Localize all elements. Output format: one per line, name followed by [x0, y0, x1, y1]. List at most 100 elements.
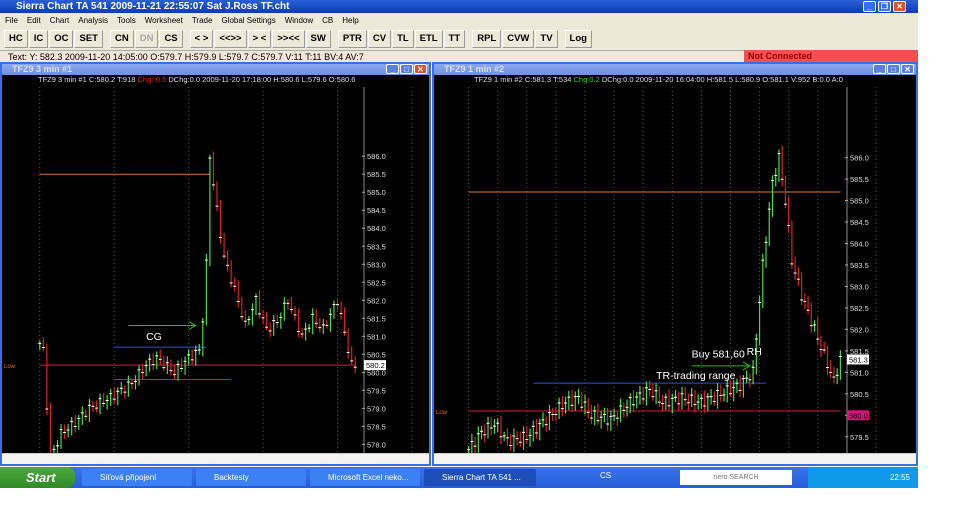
side-label: Low [4, 364, 16, 370]
chart-annotation: TR-trading range [656, 370, 736, 382]
toolbar-button-2[interactable]: OC [49, 30, 74, 48]
task-excel[interactable]: Microsoft Excel neko... [310, 469, 420, 486]
toolbar-button-6[interactable]: CS [159, 30, 183, 48]
menu-analysis[interactable]: Analysis [78, 13, 108, 28]
title-bar: Sierra Chart TA 541 2009-11-21 22:55:07 … [0, 0, 918, 13]
price-tick-label: 579.5 [850, 433, 869, 442]
language-indicator[interactable]: CS [600, 471, 611, 480]
price-tick-label: 578.5 [367, 422, 386, 431]
menu-trade[interactable]: Trade [192, 13, 213, 28]
toolbar-button-7[interactable]: < > [189, 30, 214, 48]
toolbar-button-0[interactable]: HC [4, 30, 28, 48]
chart-annotation: CG [146, 331, 162, 343]
chart-close-button[interactable]: ✕ [414, 64, 427, 74]
price-tick-label: 579.0 [367, 404, 386, 413]
price-tick-label: 585.5 [367, 170, 386, 179]
menu-bar: File Edit Chart Analysis Tools Worksheet Trade… [0, 13, 918, 28]
toolbar-button-16[interactable]: TT [443, 30, 466, 48]
clock: 22:55 [889, 473, 910, 482]
close-button[interactable]: ✕ [893, 1, 906, 12]
taskbar: Start Síťová připojení Backtesty Microso… [0, 467, 918, 488]
toolbar-button-3[interactable]: SET [74, 30, 103, 48]
chart-close-button[interactable]: ✕ [901, 64, 914, 74]
chart-title-bar: TFZ9 1 min #2 _ □ ✕ [434, 64, 916, 75]
toolbar-button-15[interactable]: ETL [414, 30, 443, 48]
price-tick-label: 584.0 [367, 224, 386, 233]
price-tick-label: 586.0 [850, 154, 869, 163]
start-button[interactable]: Start [0, 467, 75, 488]
minimize-button[interactable]: _ [863, 1, 876, 12]
menu-cb[interactable]: CB [322, 13, 333, 28]
menu-window[interactable]: Window [285, 13, 313, 28]
chart-title: TFZ9 1 min #2 [444, 64, 505, 74]
menu-file[interactable]: File [5, 13, 18, 28]
chart-annotation: Buy 581,60 [692, 348, 745, 360]
restore-button[interactable]: ❐ [878, 1, 891, 12]
side-label: Low [436, 410, 448, 416]
task-sierra-chart[interactable]: Sierra Chart TA 541 ... [424, 469, 536, 486]
menu-global-settings[interactable]: Global Settings [221, 13, 275, 28]
task-network[interactable]: Síťová připojení [82, 469, 192, 486]
price-tick-label: 578.0 [367, 440, 386, 449]
toolbar-button-13[interactable]: CV [367, 30, 392, 48]
toolbar-button-20[interactable]: Log [564, 30, 592, 48]
horizontal-scrollbar[interactable] [2, 453, 429, 464]
system-tray: 22:55 [808, 467, 918, 488]
price-tick-label: 581.0 [367, 332, 386, 341]
chart-window-1[interactable]: TFZ9 3 min #1 _ □ ✕ TFZ9 3 min #1 C:580.… [0, 62, 431, 466]
toolbar: HC IC OC SET CN DN CS < > <<>> > < >><< SW PTR CV TL ET… [0, 28, 918, 50]
price-tick-label: 580.5 [850, 390, 869, 399]
price-tick-label: 582.0 [850, 325, 869, 334]
price-tick-label: 583.0 [367, 260, 386, 269]
last-price-label: 581.3 [849, 355, 868, 364]
toolbar-button-19[interactable]: TV [535, 30, 558, 48]
menu-chart[interactable]: Chart [50, 13, 70, 28]
toolbar-button-14[interactable]: TL [392, 30, 414, 48]
price-tick-label: 584.5 [367, 206, 386, 215]
last-price-label: 580.2 [366, 361, 385, 370]
price-tick-label: 582.5 [367, 278, 386, 287]
low-price-label: 580.0 [849, 411, 868, 420]
horizontal-scrollbar[interactable] [434, 453, 916, 464]
toolbar-button-10[interactable]: >><< [272, 30, 305, 48]
toolbar-button-8[interactable]: <<>> [214, 30, 247, 48]
toolbar-button-18[interactable]: CVW [502, 30, 535, 48]
toolbar-button-9[interactable]: > < [247, 30, 272, 48]
task-backtesty[interactable]: Backtesty [196, 469, 306, 486]
toolbar-button-11[interactable]: SW [305, 30, 331, 48]
nero-search-box[interactable]: nero SEARCH [680, 470, 792, 485]
chart-minimize-button[interactable]: _ [386, 64, 399, 74]
chart-maximize-button[interactable]: □ [887, 64, 900, 74]
toolbar-button-4[interactable]: CN [109, 30, 134, 48]
price-tick-label: 580.5 [367, 350, 386, 359]
toolbar-button-17[interactable]: RPL [472, 30, 502, 48]
price-tick-label: 581.5 [367, 314, 386, 323]
menu-worksheet[interactable]: Worksheet [145, 13, 183, 28]
price-tick-label: 586.0 [367, 152, 386, 161]
toolbar-button-12[interactable]: PTR [337, 30, 367, 48]
price-tick-label: 584.5 [850, 218, 869, 227]
price-tick-label: 585.5 [850, 175, 869, 184]
menu-edit[interactable]: Edit [27, 13, 41, 28]
price-tick-label: 579.5 [367, 386, 386, 395]
price-tick-label: 583.5 [850, 261, 869, 270]
price-tick-label: 585.0 [367, 188, 386, 197]
chart-minimize-button[interactable]: _ [873, 64, 886, 74]
menu-tools[interactable]: Tools [117, 13, 136, 28]
menu-help[interactable]: Help [342, 13, 358, 28]
price-chart: 13:5414:0314:1214:2114:3014:3914:4814:57… [436, 87, 877, 453]
price-tick-label: 582.5 [850, 304, 869, 313]
chart-annotation: RH [747, 346, 762, 358]
price-chart: 12:5413:1513:3613:5714:1814:3915:0015:21… [4, 87, 413, 453]
price-tick-label: 581.0 [850, 368, 869, 377]
price-tick-label: 583.0 [850, 282, 869, 291]
chart-maximize-button[interactable]: □ [400, 64, 413, 74]
chart-title-bar: TFZ9 3 min #1 _ □ ✕ [2, 64, 429, 75]
connection-status: Not Connected [744, 50, 918, 62]
price-tick-label: 582.0 [367, 296, 386, 305]
toolbar-button-1[interactable]: IC [28, 30, 49, 48]
window-title: Sierra Chart TA 541 2009-11-21 22:55:07 … [16, 1, 290, 12]
toolbar-button-5[interactable]: DN [134, 30, 159, 48]
chart-window-2[interactable]: TFZ9 1 min #2 _ □ ✕ TFZ9 1 min #2 C:581.… [432, 62, 918, 466]
price-tick-label: 583.5 [367, 242, 386, 251]
